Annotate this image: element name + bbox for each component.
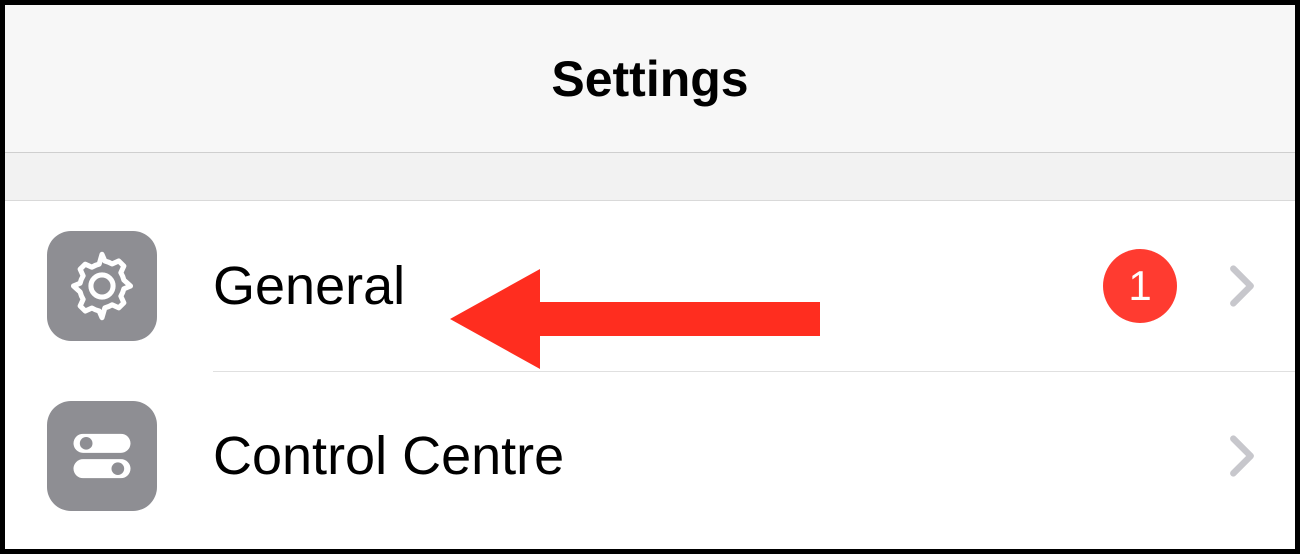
row-label: Control Centre [213, 425, 1229, 487]
notification-badge: 1 [1103, 249, 1177, 323]
settings-row-general[interactable]: General 1 [5, 201, 1295, 371]
chevron-right-icon [1229, 264, 1255, 308]
switches-icon [47, 401, 157, 511]
settings-list: General 1 Control Centre [5, 201, 1295, 541]
section-gap [5, 153, 1295, 201]
settings-row-control-centre[interactable]: Control Centre [5, 371, 1295, 541]
page-title: Settings [551, 50, 748, 108]
header: Settings [5, 5, 1295, 153]
row-label: General [213, 255, 1103, 317]
gear-icon [47, 231, 157, 341]
chevron-right-icon [1229, 434, 1255, 478]
